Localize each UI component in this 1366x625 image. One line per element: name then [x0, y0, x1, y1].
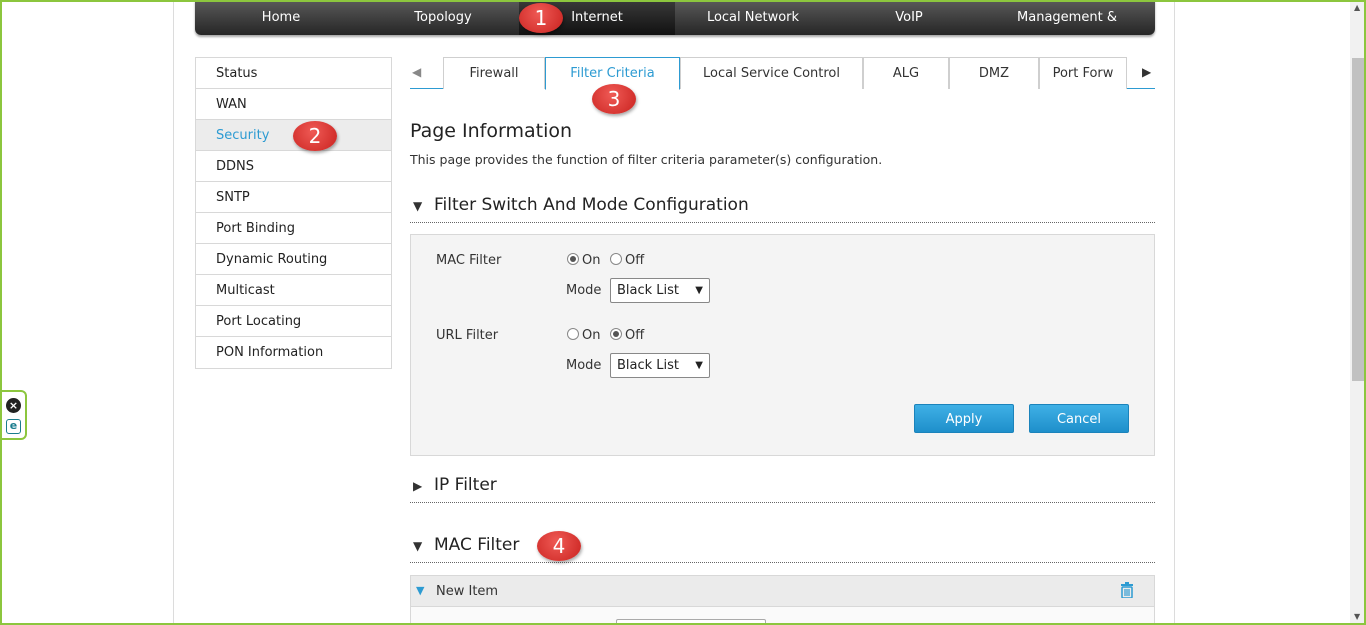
section-title: Filter Switch And Mode Configuration	[434, 195, 749, 215]
mac-filter-input[interactable]	[616, 619, 766, 625]
mac-filter-on-radio[interactable]	[567, 253, 579, 265]
expand-arrow-icon: ▼	[416, 584, 425, 597]
url-filter-off-radio[interactable]	[610, 328, 622, 340]
url-filter-off-label: Off	[625, 328, 645, 343]
nav-management-diagnosis[interactable]: Management & Diagnosis	[987, 0, 1147, 35]
sidebar-item-wan[interactable]: WAN	[196, 89, 391, 120]
sidebar-item-multicast[interactable]: Multicast	[196, 275, 391, 306]
sidebar-item-port-locating[interactable]: Port Locating	[196, 306, 391, 337]
top-nav: Home Topology Internet Local Network VoI…	[195, 0, 1155, 35]
filter-config-panel: MAC Filter On Off Mode Black List ▼ URL …	[410, 234, 1155, 456]
callout-3: 3	[592, 84, 636, 114]
sidebar-item-port-binding[interactable]: Port Binding	[196, 213, 391, 244]
url-mode-label: Mode	[566, 358, 602, 373]
new-item-content	[410, 607, 1155, 625]
tab-dmz[interactable]: DMZ	[949, 57, 1039, 89]
url-filter-label: URL Filter	[436, 328, 499, 343]
tab-port-forwarding[interactable]: Port Forw	[1039, 57, 1127, 89]
scroll-up-icon[interactable]: ▲	[1354, 3, 1360, 12]
sidebar-item-dynamic-routing[interactable]: Dynamic Routing	[196, 244, 391, 275]
tab-firewall[interactable]: Firewall	[443, 57, 545, 89]
expand-arrow-icon: ▼	[413, 539, 423, 553]
chevron-down-icon: ▼	[695, 285, 703, 296]
page-description: This page provides the function of filte…	[410, 152, 883, 167]
new-item-label: New Item	[436, 584, 499, 599]
nav-home[interactable]: Home	[195, 0, 367, 35]
ie-icon[interactable]: e	[6, 419, 21, 434]
nav-topology[interactable]: Topology	[367, 0, 519, 35]
scroll-down-icon[interactable]: ▼	[1354, 612, 1360, 621]
collapse-arrow-icon: ▶	[413, 479, 423, 493]
chevron-down-icon: ▼	[695, 360, 703, 371]
mac-mode-label: Mode	[566, 283, 602, 298]
callout-1: 1	[519, 3, 563, 33]
url-filter-on-label: On	[582, 328, 601, 343]
section-title: MAC Filter	[434, 535, 520, 555]
section-ip-filter[interactable]: ▶ IP Filter	[410, 475, 1155, 503]
scrollbar-thumb[interactable]	[1352, 58, 1364, 381]
url-mode-select[interactable]: Black List ▼	[610, 353, 710, 378]
sub-tabs: ◀ Firewall Filter Criteria Local Service…	[410, 57, 1155, 90]
mac-mode-select[interactable]: Black List ▼	[610, 278, 710, 303]
vertical-scrollbar[interactable]: ▲ ▼	[1350, 0, 1366, 625]
nav-voip[interactable]: VoIP	[831, 0, 987, 35]
mac-filter-off-label: Off	[625, 253, 645, 268]
sidebar-item-pon-information[interactable]: PON Information	[196, 337, 391, 368]
sidebar-item-status[interactable]: Status	[196, 58, 391, 89]
tab-scroll-right-icon[interactable]: ▶	[1142, 65, 1151, 79]
side-widget: × e	[0, 390, 27, 440]
apply-button[interactable]: Apply	[914, 404, 1014, 433]
nav-local-network[interactable]: Local Network	[675, 0, 831, 35]
trash-icon[interactable]	[1120, 582, 1134, 602]
callout-2: 2	[293, 121, 337, 151]
mac-filter-off-radio[interactable]	[610, 253, 622, 265]
tab-local-service-control[interactable]: Local Service Control	[680, 57, 863, 89]
sidebar-item-sntp[interactable]: SNTP	[196, 182, 391, 213]
mac-filter-on-label: On	[582, 253, 601, 268]
url-mode-value: Black List	[617, 358, 680, 373]
section-mac-filter[interactable]: ▼ MAC Filter	[410, 535, 1155, 563]
close-circle-icon[interactable]: ×	[6, 398, 21, 413]
sidebar-item-ddns[interactable]: DDNS	[196, 151, 391, 182]
mac-filter-label: MAC Filter	[436, 253, 502, 268]
cancel-button[interactable]: Cancel	[1029, 404, 1129, 433]
section-title: IP Filter	[434, 475, 497, 495]
mac-mode-value: Black List	[617, 283, 680, 298]
url-filter-on-radio[interactable]	[567, 328, 579, 340]
expand-arrow-icon: ▼	[413, 199, 423, 213]
tab-alg[interactable]: ALG	[863, 57, 949, 89]
tab-scroll-left-icon[interactable]: ◀	[412, 65, 421, 79]
page-title: Page Information	[410, 120, 573, 142]
sidebar: Status WAN Security DDNS SNTP Port Bindi…	[195, 57, 392, 369]
new-item-row[interactable]: ▼ New Item	[410, 575, 1155, 607]
callout-4: 4	[537, 531, 581, 561]
section-filter-switch-mode[interactable]: ▼ Filter Switch And Mode Configuration	[410, 195, 1155, 223]
